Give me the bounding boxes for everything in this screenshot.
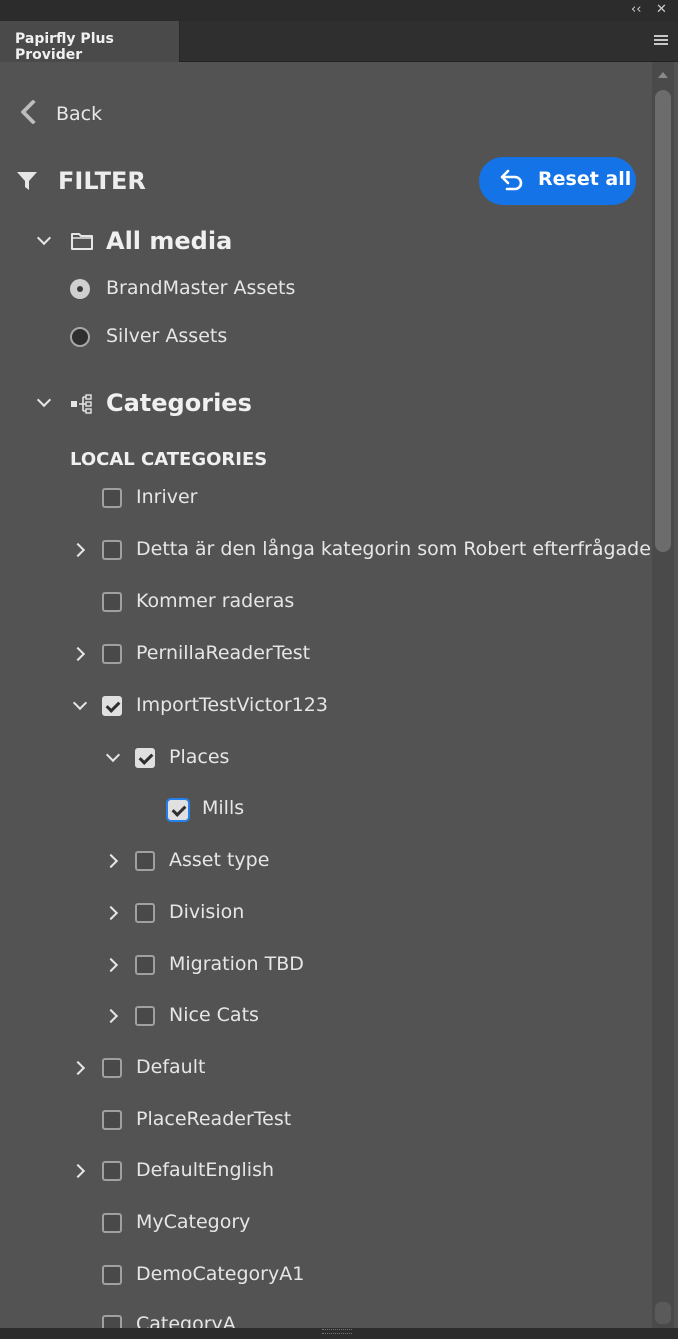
category-label: Places (169, 746, 230, 768)
category-label: ImportTestVictor123 (136, 694, 328, 716)
category-label: Nice Cats (169, 1004, 259, 1026)
category-label: Detta är den långa kategorin som Robert … (136, 538, 651, 560)
reset-all-button[interactable]: Reset all (479, 157, 636, 205)
category-label: DefaultEnglish (136, 1159, 275, 1181)
checkbox-mycategory[interactable] (102, 1213, 122, 1233)
category-label: DemoCategoryA1 (136, 1263, 305, 1285)
checkbox-detta[interactable] (102, 540, 122, 560)
category-label: Inriver (136, 486, 198, 508)
reset-all-label: Reset all (538, 168, 632, 190)
local-categories-heading: LOCAL CATEGORIES (70, 449, 268, 470)
clipped-row: CategoryA (0, 1300, 652, 1328)
checkbox-mills[interactable] (168, 800, 188, 820)
category-label: Mills (202, 797, 245, 819)
category-label: Kommer raderas (136, 590, 295, 612)
categories-title: Categories (106, 389, 252, 417)
window-titlebar: ‹‹ ✕ (0, 0, 678, 22)
category-label: PlaceReaderTest (136, 1108, 292, 1130)
filter-panel (0, 62, 678, 1328)
filter-title: FILTER (58, 167, 146, 195)
radio-label: Silver Assets (106, 325, 228, 347)
checkbox-nice-cats[interactable] (135, 1006, 155, 1026)
checkbox-default[interactable] (102, 1058, 122, 1078)
checkbox-pernillareadertest[interactable] (102, 644, 122, 664)
category-label: Migration TBD (169, 953, 304, 975)
scroll-thumb[interactable] (655, 90, 671, 552)
funnel-icon (16, 170, 38, 196)
category-label: Asset type (169, 849, 270, 871)
checkbox-categorya[interactable] (102, 1315, 122, 1328)
folder-icon (70, 231, 94, 255)
category-label: Division (169, 901, 245, 923)
panel-resize-bar[interactable] (0, 1328, 678, 1339)
checkbox-places[interactable] (135, 748, 155, 768)
radio-label: BrandMaster Assets (106, 277, 296, 299)
checkbox-importtestvictor123[interactable] (102, 696, 122, 716)
scroll-up-icon[interactable] (658, 72, 668, 78)
checkbox-migration-tbd[interactable] (135, 955, 155, 975)
checkbox-asset-type[interactable] (135, 851, 155, 871)
close-panel-icon[interactable]: ✕ (656, 2, 667, 18)
category-label: MyCategory (136, 1211, 251, 1233)
category-label: CategoryA (136, 1313, 236, 1328)
category-label: PernillaReaderTest (136, 642, 311, 664)
collapse-panel-icon[interactable]: ‹‹ (631, 2, 641, 18)
checkbox-division[interactable] (135, 903, 155, 923)
scroll-track-end (655, 1302, 671, 1324)
vertical-scrollbar[interactable] (652, 62, 674, 1328)
checkbox-kommer-raderas[interactable] (102, 592, 122, 612)
checkbox-placereadertest[interactable] (102, 1110, 122, 1130)
checkbox-defaultenglish[interactable] (102, 1161, 122, 1181)
panel-tabbar: Papirfly Plus Provider (0, 21, 678, 63)
checkbox-inriver[interactable] (102, 488, 122, 508)
resize-grip-icon[interactable] (322, 1329, 352, 1334)
radio-silver-assets[interactable] (70, 327, 90, 347)
all-media-title: All media (106, 227, 233, 255)
category-tree-icon (70, 394, 94, 418)
undo-icon (500, 169, 523, 191)
panel-menu-icon[interactable] (654, 35, 668, 47)
back-link[interactable]: Back (56, 103, 102, 125)
radio-brandmaster-assets[interactable] (70, 279, 90, 299)
category-label: Default (136, 1056, 206, 1078)
tab-papirfly-plus-provider[interactable]: Papirfly Plus Provider (0, 21, 180, 63)
checkbox-democategorya1[interactable] (102, 1265, 122, 1285)
